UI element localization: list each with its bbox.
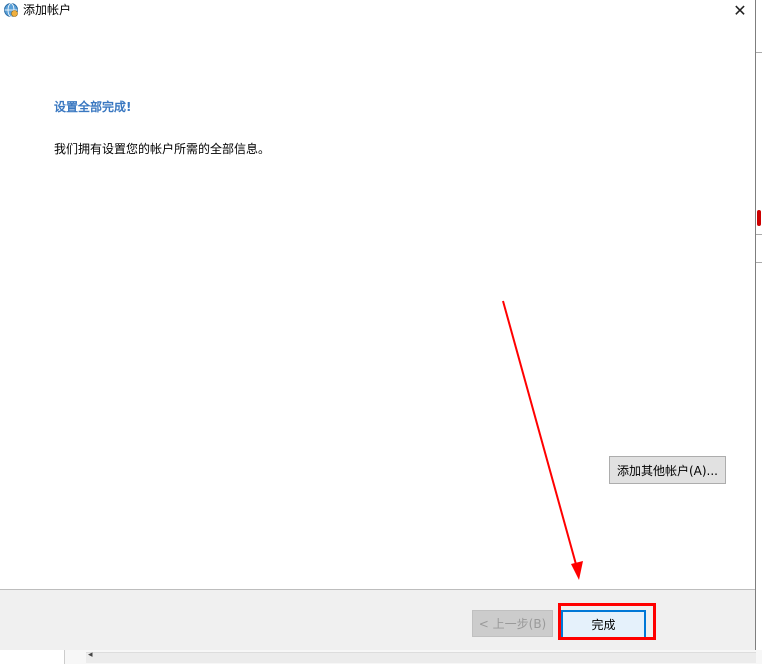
scroll-left-icon: ◂ [88,650,93,660]
close-icon: ✕ [733,0,747,20]
background-divider [756,52,762,53]
dialog-content: 设置全部完成! 我们拥有设置您的帐户所需的全部信息。 [0,22,755,588]
background-red-mark [757,210,761,226]
close-button[interactable]: ✕ [725,0,755,20]
title-bar: 添加帐户 ✕ [0,0,755,22]
completion-description: 我们拥有设置您的帐户所需的全部信息。 [54,142,271,156]
background-window-bottom: ◂ [0,650,762,664]
completion-heading: 设置全部完成! [54,100,132,114]
background-panel [0,650,65,664]
background-scrollbar [86,652,756,663]
background-divider [756,234,762,235]
window-title: 添加帐户 [23,3,72,17]
finish-button[interactable]: 完成 [561,610,646,639]
back-button[interactable]: < 上一步(B) [472,610,553,637]
add-account-dialog: 添加帐户 ✕ 设置全部完成! 我们拥有设置您的帐户所需的全部信息。 添加其他帐户… [0,0,756,651]
add-other-account-button[interactable]: 添加其他帐户(A)... [609,456,726,484]
account-globe-icon [3,2,19,18]
background-divider [756,262,762,263]
background-window-edge [756,0,762,664]
